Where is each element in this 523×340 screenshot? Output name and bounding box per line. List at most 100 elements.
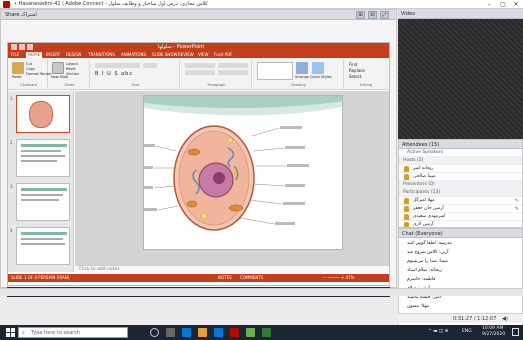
- quick-styles-label: Quick Styles: [310, 75, 332, 79]
- tab-review[interactable]: REVIEW: [178, 52, 194, 57]
- tab-insert[interactable]: INSERT: [46, 52, 60, 57]
- chat-pod-header: Chat (Everyone): [399, 229, 522, 238]
- language-indicator[interactable]: ENG: [462, 329, 472, 334]
- clock-date[interactable]: 9/27/2020: [482, 332, 505, 337]
- format-painter-button[interactable]: Format Painter: [26, 72, 52, 76]
- edit-icon[interactable]: ✎: [515, 198, 519, 204]
- volume-icon[interactable]: ◀): [502, 316, 508, 322]
- font-family-select[interactable]: [95, 63, 140, 68]
- text-direction-button[interactable]: [218, 63, 248, 68]
- section-header[interactable]: Presenters (0): [399, 181, 522, 189]
- slide-thumbnail[interactable]: [16, 183, 70, 221]
- list-item[interactable]: آرمین لاری: [399, 221, 522, 227]
- smartart-button[interactable]: [218, 70, 248, 75]
- maximize-button[interactable]: ▢: [496, 0, 510, 9]
- font-style-buttons[interactable]: B I U S abc: [95, 71, 133, 77]
- edge-icon[interactable]: [182, 328, 191, 337]
- windows-start-icon[interactable]: [6, 328, 15, 337]
- list-item[interactable]: امیرمهدی سعیدی: [399, 213, 522, 221]
- tab-animations[interactable]: ANIMATIONS: [121, 52, 146, 57]
- ppt-doc-title: سلولها - PowerPoint: [158, 44, 205, 50]
- participant-person-icon: [404, 214, 409, 220]
- slide-thumbnail[interactable]: [16, 139, 70, 177]
- taskbar-search-input[interactable]: ⌕ Type here to search: [18, 327, 128, 338]
- slide-thumbnails-pane: 1 2 3 4: [8, 91, 74, 272]
- attendee-name: مبینا صالحی: [413, 174, 436, 179]
- list-item[interactable]: مهلا امیرگل ✎: [399, 197, 522, 205]
- slide-thumbnail[interactable]: [16, 227, 70, 265]
- select-button[interactable]: Select: [349, 74, 361, 79]
- store-icon[interactable]: [214, 328, 223, 337]
- undo-icon[interactable]: [19, 44, 25, 50]
- list-item[interactable]: ریحانه امیر: [399, 165, 522, 173]
- arrange-icon[interactable]: [296, 62, 308, 74]
- tab-foxit-pdf[interactable]: Foxit PDF: [214, 52, 233, 57]
- app-icon[interactable]: [262, 328, 271, 337]
- save-icon[interactable]: [11, 44, 17, 50]
- text-line: [21, 243, 65, 245]
- paste-label: Paste: [12, 75, 22, 79]
- cortana-icon[interactable]: [150, 328, 159, 337]
- edit-icon[interactable]: ✎: [515, 206, 519, 212]
- find-button[interactable]: Find: [349, 62, 357, 67]
- chat-message: مدرسه: لطفا گوش کنید: [407, 241, 452, 246]
- share-pod-title: Share اشتراک: [5, 12, 37, 18]
- shapes-gallery[interactable]: [257, 62, 293, 80]
- windows-taskbar: ⌕ Type here to search ^ ▬ ◫ ⊕ ENG 10:09 …: [0, 325, 523, 340]
- share-layout-button[interactable]: ⊞: [356, 11, 365, 19]
- tab-slide-show[interactable]: SLIDE SHOW: [152, 52, 177, 57]
- clock-time[interactable]: 10:09 AM: [482, 326, 503, 331]
- redo-icon[interactable]: [27, 44, 33, 50]
- ribbon-group-editing: Find Replace Select Editing: [346, 60, 386, 88]
- attendees-pod-header: Attendees (15): [399, 140, 522, 149]
- adobe-connect-icon[interactable]: [230, 328, 239, 337]
- notes-toggle[interactable]: NOTES: [218, 275, 232, 280]
- host-person-icon: [404, 174, 409, 180]
- text-line: [21, 188, 67, 191]
- current-slide[interactable]: [143, 95, 343, 250]
- list-item[interactable]: آرمین جان جعفر ✎: [399, 205, 522, 213]
- reset-button[interactable]: Reset: [66, 67, 76, 71]
- notes-pane[interactable]: Click to add notes: [75, 265, 389, 273]
- ribbon-group-slides: New Slide Layout Reset Section Slides: [50, 60, 90, 88]
- tab-design[interactable]: DESIGN: [66, 52, 81, 57]
- zoom-slider[interactable]: − ───── + 47%: [323, 275, 354, 280]
- section-button[interactable]: Section: [66, 72, 79, 76]
- ppt-status-bar: SLIDE 1 OF 4 PERSIAN (IRAN) NOTES COMMEN…: [8, 274, 389, 282]
- text-line: [21, 199, 59, 201]
- text-line: [21, 194, 63, 196]
- share-fit-button[interactable]: ⊟: [368, 11, 377, 19]
- cut-button[interactable]: Cut: [26, 62, 32, 66]
- task-view-icon[interactable]: [166, 328, 175, 337]
- comments-toggle[interactable]: COMMENTS: [240, 275, 263, 280]
- text-line: [21, 238, 63, 240]
- minimize-button[interactable]: –: [482, 0, 496, 9]
- new-slide-icon[interactable]: [52, 62, 64, 74]
- close-button[interactable]: ✕: [509, 0, 523, 9]
- bullets-buttons[interactable]: [185, 63, 215, 68]
- app-icon[interactable]: [246, 328, 255, 337]
- slide-thumbnail[interactable]: [16, 95, 70, 133]
- chat-pod: Chat (Everyone) مدرسه: لطفا گوش کنید آری…: [398, 228, 523, 326]
- group-label: Paragraph: [207, 83, 226, 87]
- tray-icons[interactable]: ^ ▬ ◫ ⊕: [428, 329, 448, 334]
- font-size-select[interactable]: [143, 63, 157, 68]
- list-item[interactable]: مبینا صالحی: [399, 173, 522, 181]
- paste-icon[interactable]: [12, 62, 24, 74]
- file-explorer-icon[interactable]: [198, 328, 207, 337]
- replace-button[interactable]: Replace: [349, 68, 365, 73]
- notification-icon[interactable]: [512, 328, 519, 336]
- tab-view[interactable]: VIEW: [198, 52, 208, 57]
- copy-button[interactable]: Copy: [26, 67, 35, 71]
- share-fullscreen-button[interactable]: ⤢: [380, 11, 389, 19]
- layout-button[interactable]: Layout: [66, 62, 78, 66]
- tab-file[interactable]: FILE: [11, 52, 19, 57]
- section-header[interactable]: Participants (13): [399, 189, 522, 197]
- section-header[interactable]: Hosts (2): [399, 157, 522, 165]
- tab-transitions[interactable]: TRANSITIONS: [88, 52, 115, 57]
- quick-styles-icon[interactable]: [312, 62, 324, 74]
- active-speakers-label: Active Speakers: [407, 150, 443, 155]
- share-pod: Share اشتراک ⊞ ⊟ ⤢ سلولها - PowerPoint F…: [0, 9, 397, 297]
- video-pod-title: Video: [401, 11, 416, 17]
- align-buttons[interactable]: [185, 70, 215, 75]
